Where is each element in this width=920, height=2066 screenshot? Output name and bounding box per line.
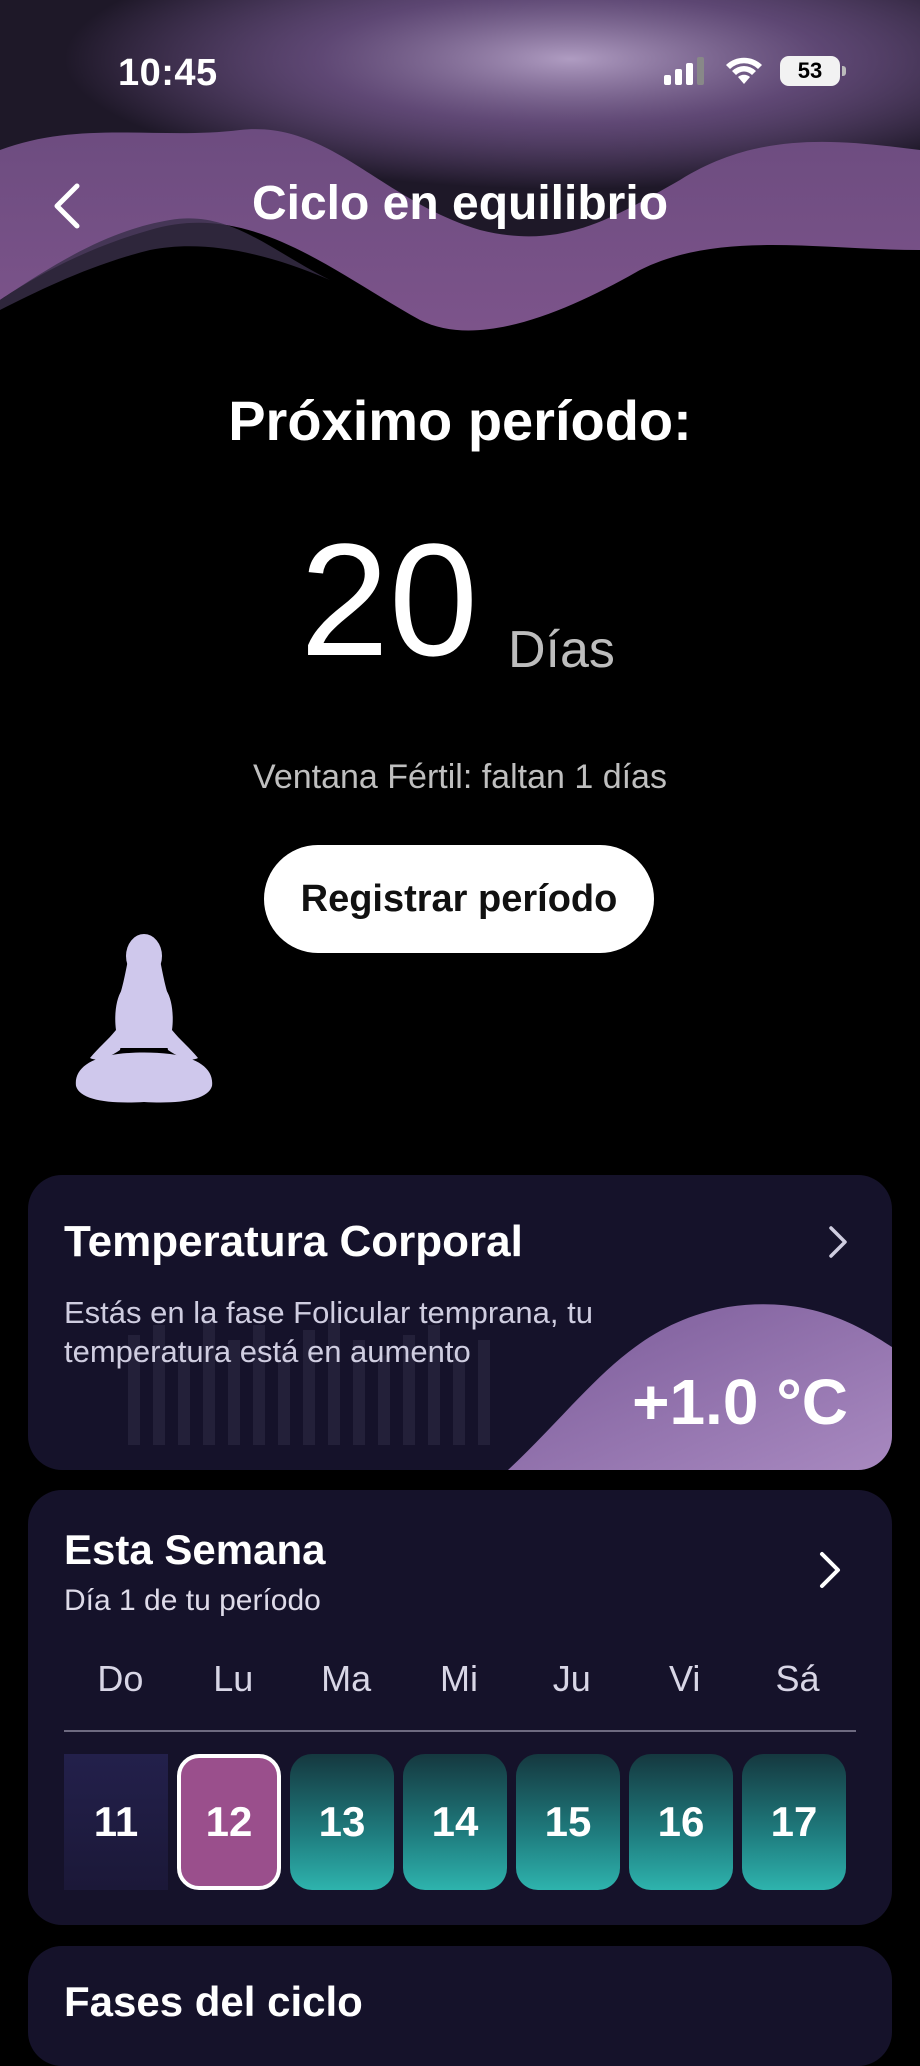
week-dates: 11 12 13 14 15 16 17: [64, 1754, 884, 1890]
weekday-header: Do Lu Ma Mi Ju Vi Sá: [64, 1658, 854, 1700]
temperature-description: Estás en la fase Folicular temprana, tu …: [64, 1295, 593, 1369]
temperature-title: Temperatura Corporal: [64, 1217, 523, 1266]
status-icons: 53: [664, 56, 846, 86]
signal-icon: [664, 57, 704, 85]
date-cell-selected[interactable]: 12: [177, 1754, 281, 1890]
chevron-right-icon[interactable]: [818, 1550, 842, 1590]
weekday-label: Vi: [668, 1658, 701, 1699]
date-cell[interactable]: 17: [742, 1754, 846, 1890]
fertile-window-text: Ventana Fértil: faltan 1 días: [253, 758, 667, 796]
weekday-divider: [64, 1730, 856, 1732]
weekday-label: Lu: [213, 1658, 254, 1699]
temperature-value: +1.0 °C: [632, 1366, 848, 1438]
week-card[interactable]: Esta Semana Día 1 de tu período Do Lu Ma…: [28, 1490, 892, 1925]
status-time: 10:45: [118, 52, 218, 94]
temperature-card[interactable]: Temperatura Corporal Estás en la fase Fo…: [28, 1175, 892, 1470]
date-cell[interactable]: 13: [290, 1754, 394, 1890]
cycle-phases-card[interactable]: Fases del ciclo: [28, 1946, 892, 2066]
chevron-right-icon: [829, 1226, 847, 1258]
days-count: 20: [300, 510, 478, 689]
battery-icon: 53: [780, 56, 846, 86]
weekday-label: Ju: [552, 1658, 591, 1699]
status-bar: 10:45 53: [0, 0, 920, 150]
weekday-label: Ma: [321, 1658, 372, 1699]
date-cell[interactable]: 11: [64, 1754, 168, 1890]
register-period-button[interactable]: Registrar período: [264, 845, 654, 953]
date-cell[interactable]: 15: [516, 1754, 620, 1890]
meditation-figure-icon: [75, 934, 213, 1103]
week-title: Esta Semana: [64, 1526, 326, 1573]
date-cell[interactable]: 14: [403, 1754, 507, 1890]
cycle-phases-title: Fases del ciclo: [64, 1978, 363, 2025]
next-period-label: Próximo período:: [228, 389, 692, 452]
days-unit: Días: [508, 621, 615, 679]
weekday-label: Do: [97, 1658, 144, 1699]
weekday-label: Mi: [439, 1658, 478, 1699]
page-title: Ciclo en equilibrio: [251, 177, 669, 230]
week-subtitle: Día 1 de tu período: [64, 1584, 321, 1617]
weekday-label: Sá: [775, 1658, 820, 1699]
wifi-icon: [726, 57, 762, 84]
date-cell[interactable]: 16: [629, 1754, 733, 1890]
